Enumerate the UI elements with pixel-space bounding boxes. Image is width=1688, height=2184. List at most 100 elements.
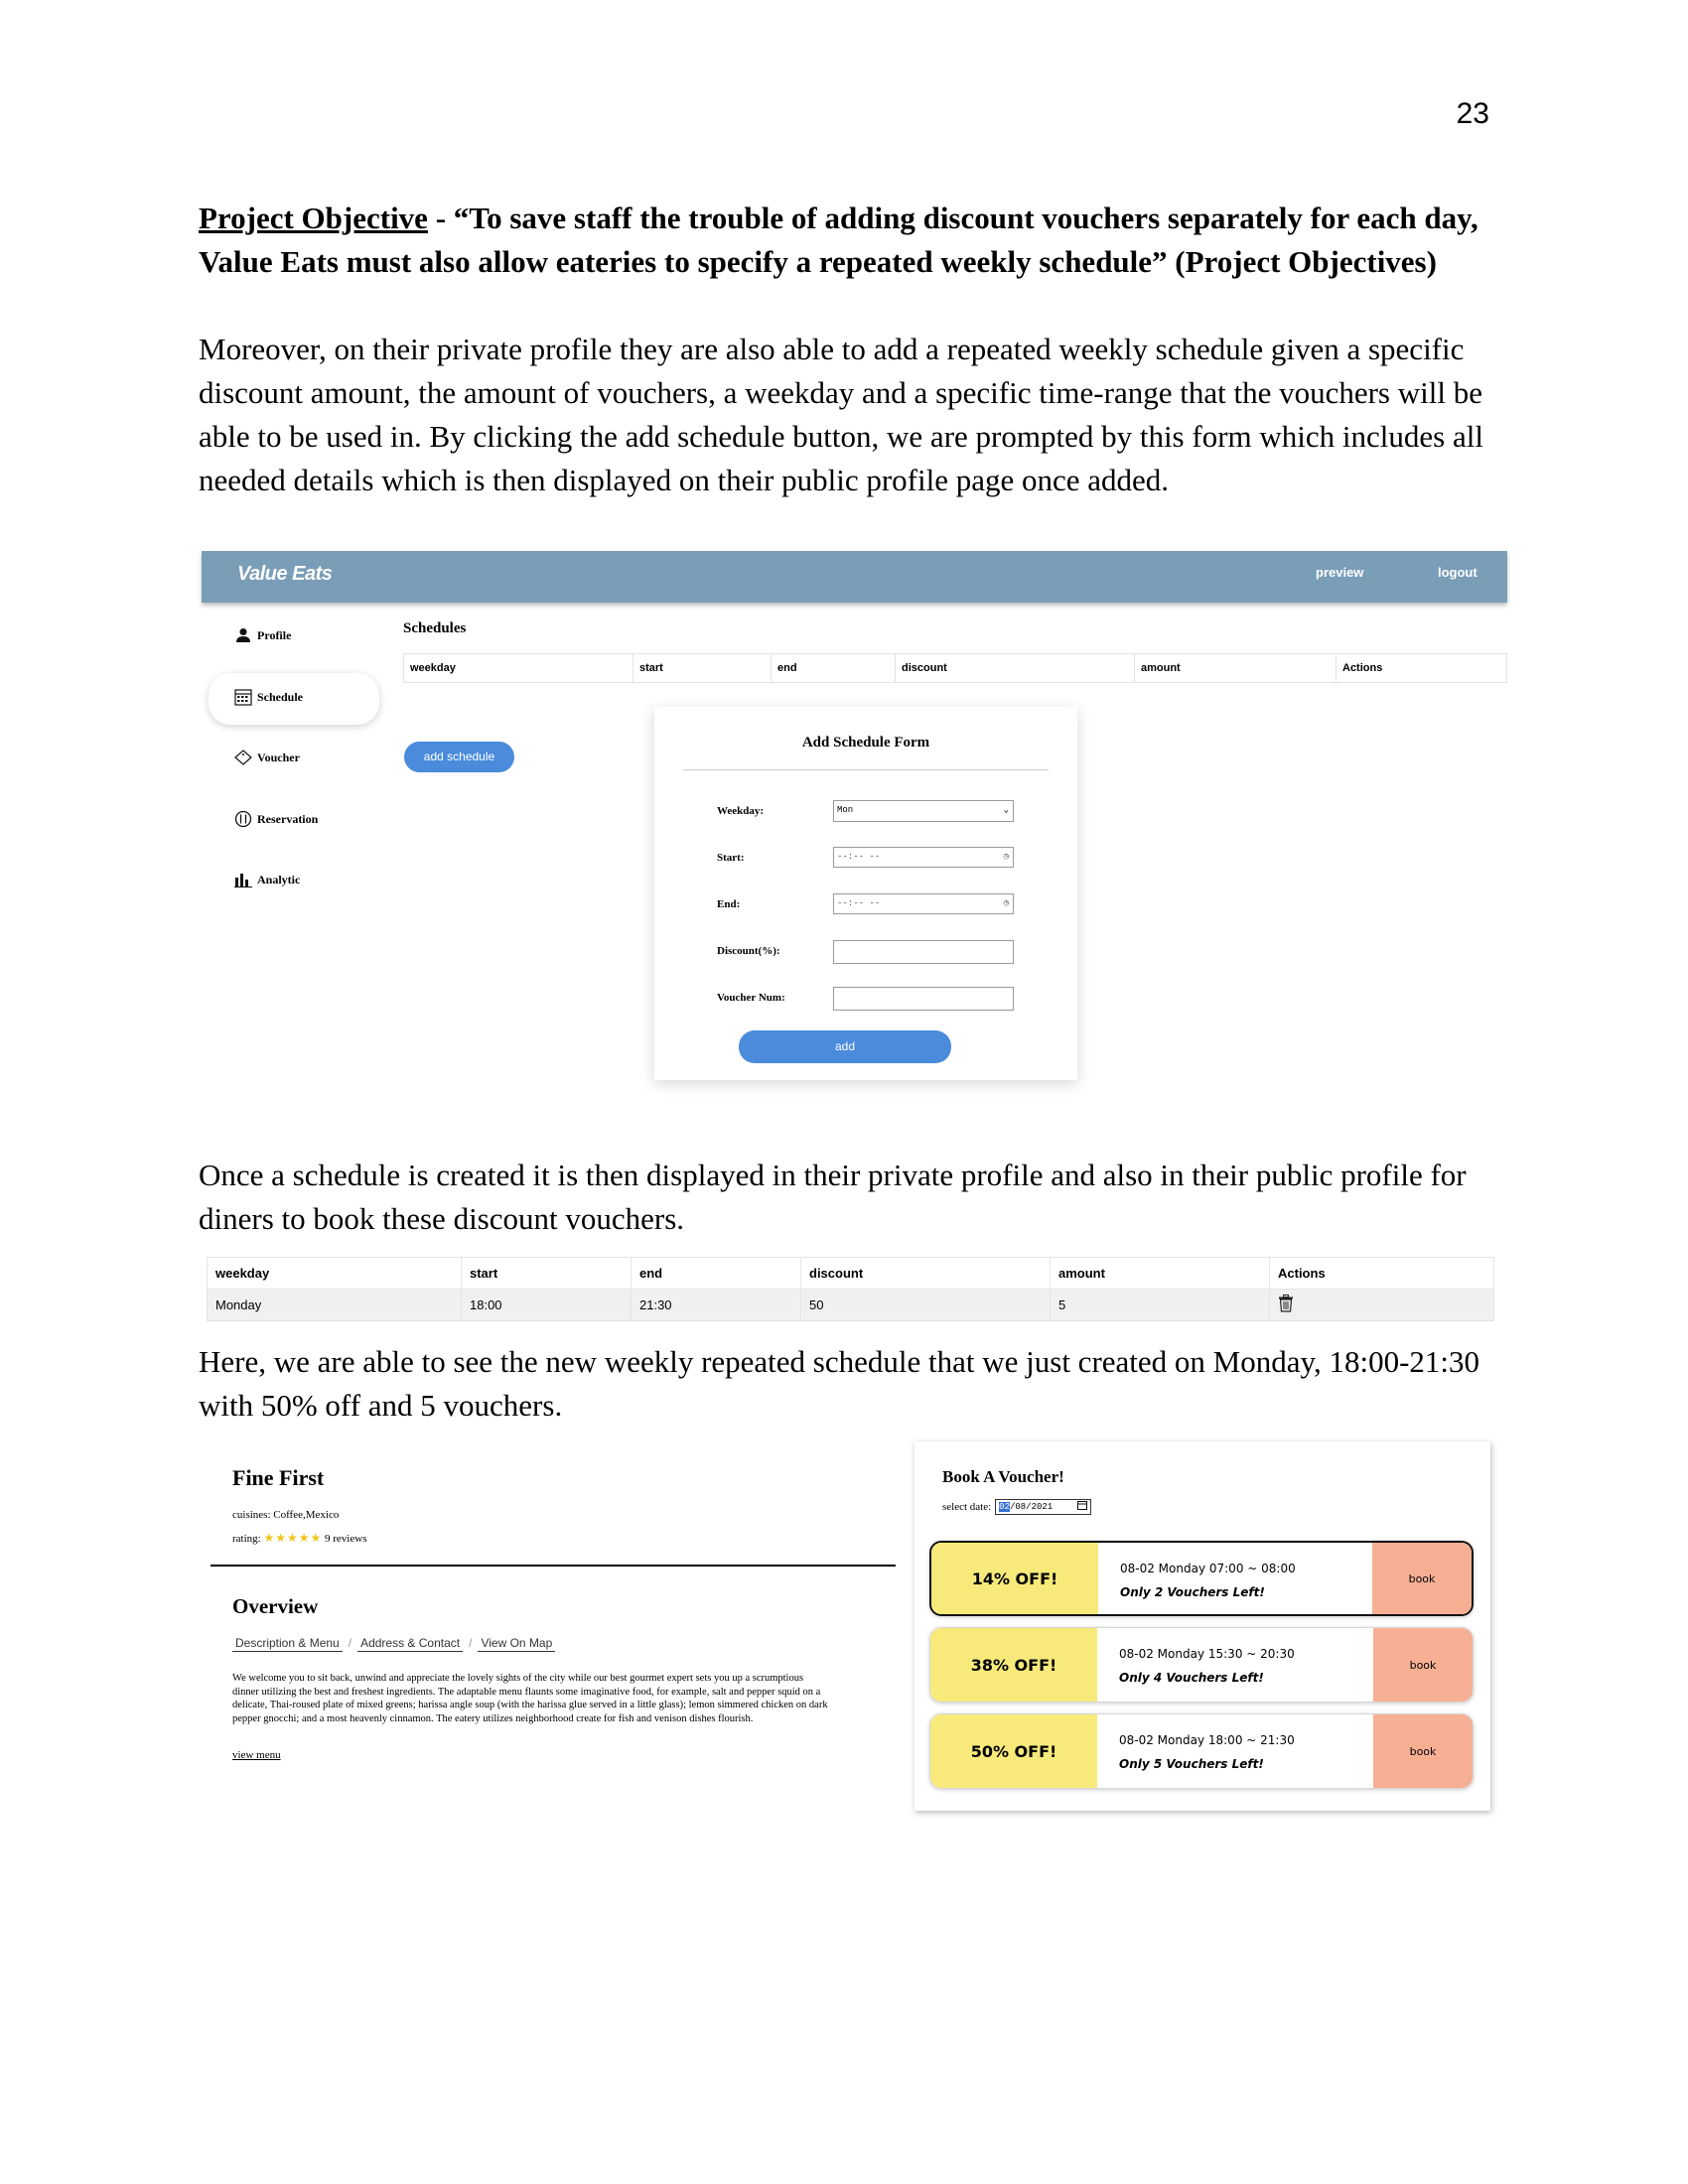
add-button[interactable]: add [739,1030,951,1063]
calendar-icon [233,687,253,707]
sidebar-item-label: Schedule [257,689,304,704]
objective-label: Project Objective [199,201,428,235]
book-voucher-panel: Book A Voucher! select date: 02/08/2021 … [914,1441,1490,1811]
form-title: Add Schedule Form [801,735,930,751]
sidebar-item-analytic[interactable]: Analytic [233,860,300,899]
clock-icon: ◷ [1003,852,1009,862]
private-profile-screenshot: Value Eats preview logout Profile Schedu… [202,551,1507,1102]
eatery-divider [211,1565,896,1567]
voucher-details: 08-02 Monday 18:00 ~ 21:30 Only 5 Vouche… [1097,1714,1373,1788]
objective-heading: Project Objective - “To save staff the t… [199,197,1499,284]
voucher-num-label: Voucher Num: [717,992,785,1004]
sidebar-item-profile[interactable]: Profile [233,615,291,655]
table-header-row: weekday start end discount amount Action… [403,653,1507,683]
column-header: weekday [403,653,633,683]
end-label: End: [717,898,741,910]
start-time-input[interactable]: --:-- -- ◷ [833,847,1014,868]
paragraph-1: Moreover, on their private profile they … [199,332,1483,497]
voucher-discount: 14% OFF! [931,1543,1098,1614]
calendar-icon [1077,1501,1088,1513]
voucher-card: 14% OFF! 08-02 Monday 07:00 ~ 08:00 Only… [929,1541,1474,1616]
column-header: start [633,653,772,683]
date-input[interactable]: 02/08/2021 [995,1499,1092,1515]
column-header: weekday [207,1257,462,1290]
star-rating-icon: ★★★★★ [263,1531,323,1545]
voucher-num-input[interactable] [833,987,1014,1011]
tab-view-on-map[interactable]: View On Map [478,1636,556,1652]
eatery-description: We welcome you to sit back, unwind and a… [232,1673,828,1724]
sidebar-item-voucher[interactable]: Voucher [233,738,300,777]
schedules-title: Schedules [403,620,467,636]
voucher-discount: 38% OFF! [930,1628,1097,1702]
eatery-public-profile: Fine First cuisines: Coffee,Mexico ratin… [211,1461,896,1799]
overview-title: Overview [232,1594,319,1618]
discount-input[interactable] [833,940,1014,964]
start-value: --:-- -- [837,852,881,862]
sidebar-item-label: Voucher [257,750,300,764]
select-date-label: select date: [942,1501,992,1513]
sidebar-item-schedule[interactable]: Schedule [233,677,303,717]
discount-label: Discount(%): [717,945,780,957]
review-count: 9 reviews [325,1533,367,1545]
sidebar-item-label: Analytic [257,872,301,887]
date-selected-segment: 02 [999,1502,1010,1512]
voucher-card: 50% OFF! 08-02 Monday 18:00 ~ 21:30 Only… [929,1713,1474,1789]
cell-discount: 50 [800,1289,1051,1321]
add-schedule-button[interactable]: add schedule [404,742,514,772]
form-divider [683,769,1049,770]
voucher-details: 08-02 Monday 15:30 ~ 20:30 Only 4 Vouche… [1097,1628,1373,1702]
book-button[interactable]: book [1373,1628,1473,1702]
end-time-input[interactable]: --:-- -- ◷ [833,893,1014,914]
voucher-remaining: Only 4 Vouchers Left! [1119,1671,1264,1685]
created-schedule-table: weekday start end discount amount Action… [207,1257,1494,1321]
voucher-card: 38% OFF! 08-02 Monday 15:30 ~ 20:30 Only… [929,1627,1474,1703]
rating-label: rating: [232,1533,261,1545]
person-icon [233,625,253,645]
sidebar-item-label: Reservation [257,811,319,826]
voucher-time: 08-02 Monday 15:30 ~ 20:30 [1119,1647,1295,1661]
tab-description-menu[interactable]: Description & Menu [232,1636,343,1652]
book-button[interactable]: book [1373,1714,1473,1788]
sidebar-item-label: Profile [257,627,292,642]
date-rest: /08/2021 [1009,1502,1054,1512]
cell-weekday: Monday [207,1289,462,1321]
column-header: amount [1050,1257,1270,1290]
column-header: amount [1134,653,1336,683]
trash-icon[interactable] [1278,1295,1294,1315]
bar-chart-icon [233,870,253,889]
preview-link[interactable]: preview [1316,565,1363,580]
weekday-value: Mon [837,805,854,815]
cell-start: 18:00 [461,1289,632,1321]
app-logo[interactable]: Value Eats [237,563,333,586]
column-header: end [631,1257,801,1290]
cutlery-icon [233,809,253,829]
date-selector: select date: 02/08/2021 [942,1499,1092,1515]
end-value: --:-- -- [837,898,881,908]
weekday-select[interactable]: Mon ⌄ [833,800,1014,822]
voucher-time: 08-02 Monday 18:00 ~ 21:30 [1119,1733,1295,1747]
cell-end: 21:30 [631,1289,801,1321]
column-header: discount [800,1257,1051,1290]
voucher-discount: 50% OFF! [930,1714,1097,1788]
cell-actions [1269,1289,1494,1321]
overview-tabs: Description & Menu / Address & Contact / Vie… [232,1636,556,1652]
column-header: start [461,1257,632,1290]
weekday-label: Weekday: [717,805,765,817]
view-menu-link[interactable]: view menu [232,1749,281,1761]
voucher-remaining: Only 2 Vouchers Left! [1120,1585,1265,1599]
voucher-details: 08-02 Monday 07:00 ~ 08:00 Only 2 Vouche… [1098,1543,1372,1614]
schedules-table: weekday start end discount amount Action… [403,653,1507,683]
start-label: Start: [717,852,745,864]
logout-link[interactable]: logout [1438,565,1477,580]
column-header: Actions [1336,653,1507,683]
table-header-row: weekday start end discount amount Action… [207,1257,1494,1290]
ticket-icon [233,748,253,767]
eatery-cuisines: cuisines: Coffee,Mexico [232,1509,340,1521]
cell-amount: 5 [1050,1289,1270,1321]
tab-address-contact[interactable]: Address & Contact [357,1636,464,1652]
voucher-time: 08-02 Monday 07:00 ~ 08:00 [1120,1562,1296,1575]
book-button[interactable]: book [1372,1543,1472,1614]
paragraph-3: Here, we are able to see the new weekly … [199,1344,1480,1423]
sidebar-item-reservation[interactable]: Reservation [233,799,318,839]
top-navbar: Value Eats preview logout [202,551,1507,603]
